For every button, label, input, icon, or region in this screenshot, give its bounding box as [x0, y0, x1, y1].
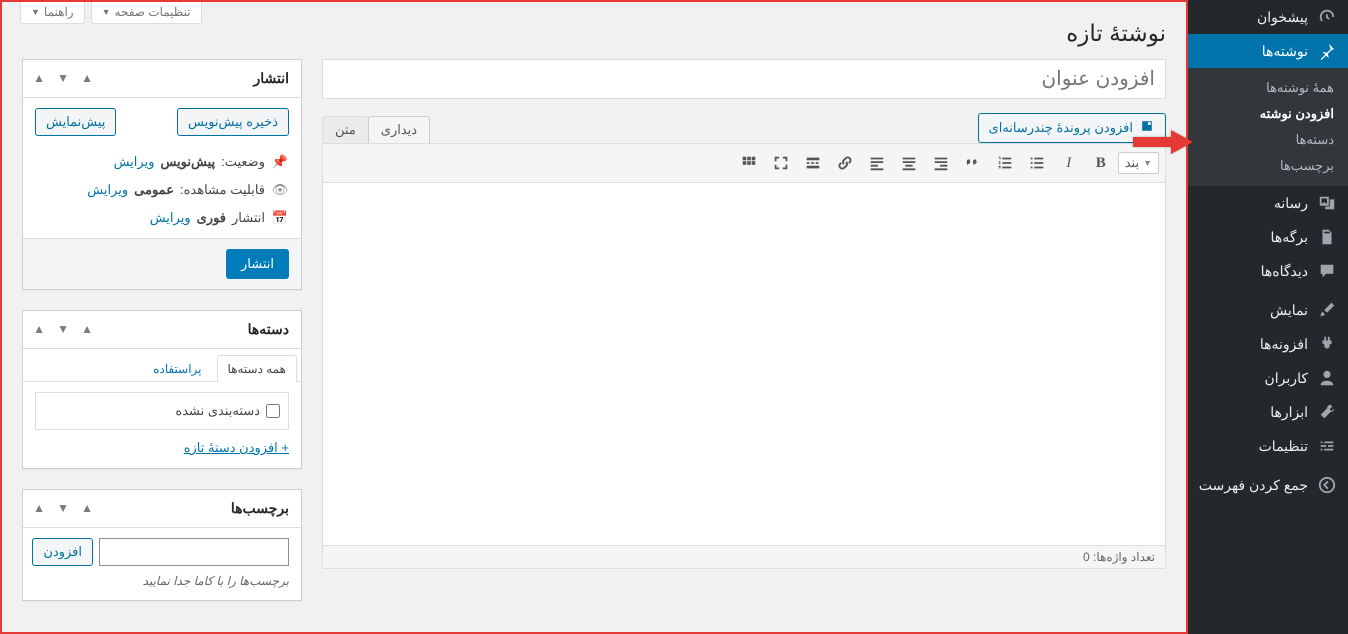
key-icon: 📌 — [271, 154, 289, 170]
menu-tools[interactable]: ابزارها — [1188, 395, 1348, 429]
editor-statusbar: تعداد واژه‌ها: 0 — [323, 545, 1165, 568]
chevron-down-icon[interactable]: ▼ — [53, 498, 73, 518]
tags-box-title[interactable]: برچسب‌ها ▲▼▲ — [23, 490, 301, 528]
tags-input[interactable] — [99, 538, 289, 566]
tools-icon — [1316, 403, 1336, 421]
align-left-icon[interactable] — [862, 148, 892, 178]
menu-settings[interactable]: تنظیمات — [1188, 429, 1348, 463]
posts-submenu: همهٔ نوشته‌ها افزودن نوشته دسته‌ها برچسب… — [1188, 68, 1348, 186]
editor-toolbar: I B ▼بند — [323, 144, 1165, 183]
edit-schedule-link[interactable]: ویرایش — [150, 210, 191, 226]
chevron-up-icon[interactable]: ▲ — [77, 319, 97, 339]
help-button[interactable]: راهنما▼ — [20, 2, 85, 24]
chevron-up-icon[interactable]: ▲ — [77, 498, 97, 518]
word-count: تعداد واژه‌ها: 0 — [1083, 550, 1155, 564]
publish-box: انتشار ▲▼▲ ذخیره پیش‌نویس پیش‌نمایش 📌 وض… — [22, 59, 302, 290]
media-icon — [1316, 194, 1336, 212]
content-wrap: تنظیمات صفحه▼ راهنما▼ نوشتهٔ تازه افزودن… — [0, 0, 1188, 634]
preview-button[interactable]: پیش‌نمایش — [35, 108, 116, 136]
publish-button[interactable]: انتشار — [226, 249, 289, 279]
read-more-icon[interactable] — [798, 148, 828, 178]
visibility-icon: 👁 — [271, 182, 289, 198]
edit-visibility-link[interactable]: ویرایش — [87, 182, 128, 198]
post-side-column: انتشار ▲▼▲ ذخیره پیش‌نویس پیش‌نمایش 📌 وض… — [22, 59, 302, 621]
bullet-list-icon[interactable] — [1022, 148, 1052, 178]
post-main-column: افزودن پروندهٔ چندرسانه‌ای دیداری متن — [322, 59, 1166, 621]
comments-icon — [1316, 262, 1336, 280]
link-icon[interactable] — [830, 148, 860, 178]
plugin-icon — [1316, 335, 1336, 353]
toggle-icon[interactable]: ▲ — [29, 498, 49, 518]
italic-icon[interactable]: I — [1054, 148, 1084, 178]
category-list: دسته‌بندی نشده — [35, 392, 289, 430]
menu-media[interactable]: رسانه — [1188, 186, 1348, 220]
dashboard-icon — [1316, 8, 1336, 26]
tags-box: برچسب‌ها ▲▼▲ افزودن برچسب‌ها را با کاما … — [22, 489, 302, 601]
menu-comments[interactable]: دیدگاه‌ها — [1188, 254, 1348, 288]
chevron-up-icon[interactable]: ▲ — [77, 68, 97, 88]
menu-dashboard[interactable]: پیشخوان — [1188, 0, 1348, 34]
admin-sidebar: پیشخوان نوشته‌ها همهٔ نوشته‌ها افزودن نو… — [1188, 0, 1348, 634]
align-right-icon[interactable] — [926, 148, 956, 178]
settings-icon — [1316, 437, 1336, 455]
submenu-tags[interactable]: برچسب‌ها — [1188, 153, 1348, 179]
collapse-icon — [1316, 476, 1336, 494]
bold-icon[interactable]: B — [1086, 148, 1116, 178]
status-row: 📌 وضعیت: پیش‌نویس ویرایش — [35, 148, 289, 176]
menu-pages[interactable]: برگه‌ها — [1188, 220, 1348, 254]
align-center-icon[interactable] — [894, 148, 924, 178]
pages-icon — [1316, 228, 1336, 246]
save-draft-button[interactable]: ذخیره پیش‌نویس — [177, 108, 289, 136]
edit-status-link[interactable]: ویرایش — [114, 154, 155, 170]
menu-posts[interactable]: نوشته‌ها همهٔ نوشته‌ها افزودن نوشته دسته… — [1188, 34, 1348, 186]
brush-icon — [1316, 301, 1336, 319]
add-tag-button[interactable]: افزودن — [32, 538, 93, 566]
pin-icon — [1316, 42, 1336, 60]
post-title-input[interactable] — [322, 59, 1166, 99]
category-checkbox[interactable] — [266, 404, 280, 418]
chevron-down-icon: ▼ — [102, 7, 111, 17]
visibility-row: 👁 قابلیت مشاهده: عمومی ویرایش — [35, 176, 289, 204]
editor-content-area[interactable] — [323, 183, 1165, 545]
submenu-categories[interactable]: دسته‌ها — [1188, 127, 1348, 153]
screen-options-button[interactable]: تنظیمات صفحه▼ — [91, 2, 202, 24]
menu-appearance[interactable]: نمایش — [1188, 293, 1348, 327]
tab-text[interactable]: متن — [322, 116, 369, 143]
tab-most-used[interactable]: پراستفاده — [142, 355, 212, 382]
categories-box: دسته‌ها ▲▼▲ همه دسته‌ها پراستفاده دسته‌ب… — [22, 310, 302, 469]
users-icon — [1316, 369, 1336, 387]
tags-hint: برچسب‌ها را با کاما جدا نمایید — [35, 574, 289, 588]
annotation-arrow — [1133, 128, 1193, 159]
publish-box-title[interactable]: انتشار ▲▼▲ — [23, 60, 301, 98]
blockquote-icon[interactable] — [958, 148, 988, 178]
tab-visual[interactable]: دیداری — [368, 116, 430, 143]
chevron-down-icon: ▼ — [31, 7, 40, 17]
calendar-icon: 📅 — [271, 210, 289, 226]
toolbar-toggle-icon[interactable] — [734, 148, 764, 178]
categories-box-title[interactable]: دسته‌ها ▲▼▲ — [23, 311, 301, 349]
submenu-add-new[interactable]: افزودن نوشته — [1188, 101, 1348, 127]
submenu-all-posts[interactable]: همهٔ نوشته‌ها — [1188, 75, 1348, 101]
menu-plugins[interactable]: افزونه‌ها — [1188, 327, 1348, 361]
toggle-icon[interactable]: ▲ — [29, 68, 49, 88]
fullscreen-icon[interactable] — [766, 148, 796, 178]
menu-collapse[interactable]: جمع کردن فهرست — [1188, 468, 1348, 502]
editor: I B ▼بند تعداد واژه‌ها: 0 — [322, 143, 1166, 569]
chevron-down-icon[interactable]: ▼ — [53, 319, 73, 339]
schedule-row: 📅 انتشار فوری ویرایش — [35, 204, 289, 232]
menu-users[interactable]: کاربران — [1188, 361, 1348, 395]
chevron-down-icon: ▼ — [1143, 158, 1152, 168]
tab-all-categories[interactable]: همه دسته‌ها — [217, 355, 297, 382]
category-tabs: همه دسته‌ها پراستفاده — [23, 355, 301, 382]
chevron-down-icon[interactable]: ▼ — [53, 68, 73, 88]
screen-meta-links: تنظیمات صفحه▼ راهنما▼ — [20, 2, 202, 24]
toggle-icon[interactable]: ▲ — [29, 319, 49, 339]
editor-tabs: دیداری متن — [322, 116, 429, 143]
category-item-uncategorized[interactable]: دسته‌بندی نشده — [44, 401, 280, 421]
add-new-category-link[interactable]: + افزودن دستهٔ تازه — [184, 440, 289, 456]
numbered-list-icon[interactable] — [990, 148, 1020, 178]
